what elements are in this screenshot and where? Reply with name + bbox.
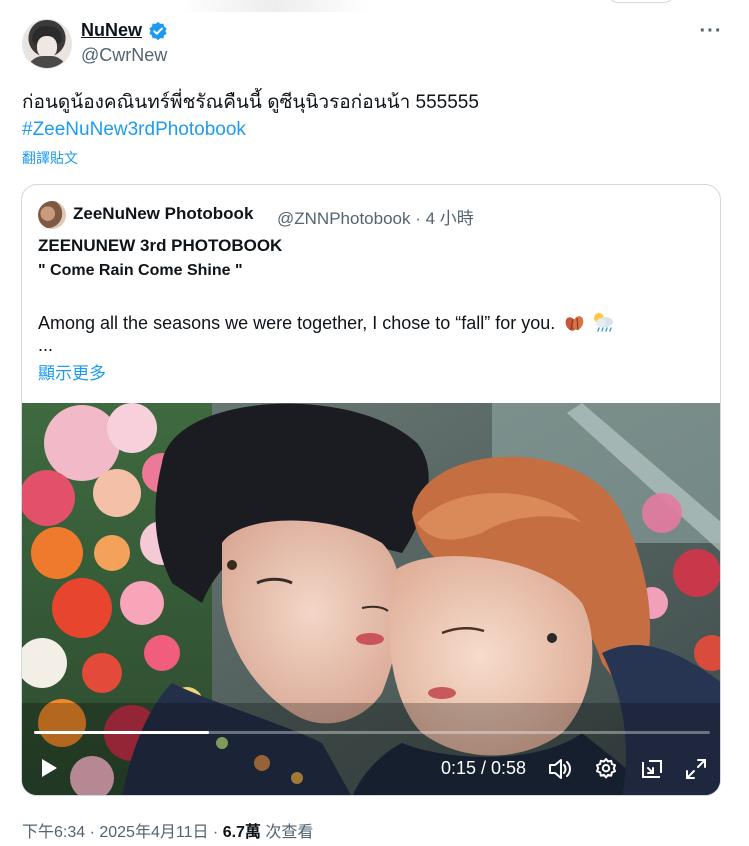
- sun-rain-cloud-icon: [594, 313, 614, 332]
- quote-ellipsis: ...: [38, 335, 54, 355]
- video-time: 0:15 / 0:58: [441, 758, 527, 778]
- quote-author-handle-time: @ZNNPhotobook · 4 小時: [277, 209, 474, 228]
- video-progress-bar[interactable]: [34, 731, 710, 734]
- tweet-page: NuNew @CwrNew ··· ก่อนดูน้องคณินทร์พี่ชร…: [0, 0, 749, 846]
- follow-button-edge[interactable]: [608, 0, 674, 3]
- video-frame-image: [22, 403, 720, 795]
- show-more-link[interactable]: 顯示更多: [38, 359, 106, 384]
- timestamp[interactable]: 下午6:34 · 2025年4月11日 ·: [22, 824, 223, 841]
- views-count: 6.7萬: [222, 824, 261, 841]
- video-progress-fill: [34, 731, 210, 734]
- settings-gear-icon[interactable]: [592, 755, 620, 783]
- top-shadow: [180, 0, 370, 12]
- hashtag-link[interactable]: #ZeeNuNew3rdPhotobook: [22, 117, 246, 143]
- tweet-metadata: 下午6:34 · 2025年4月11日 · 6.7萬 次查看: [22, 818, 313, 842]
- quote-subtitle: " Come Rain Come Shine ": [38, 262, 243, 279]
- quote-body-text: Among all the seasons we were together, …: [38, 311, 615, 334]
- quoted-tweet-card[interactable]: ZeeNuNew Photobook @ZNNPhotobook · 4 小時 …: [21, 184, 721, 796]
- tweet-text: ก่อนดูน้องคณินทร์พี่ชรัณคืนนี้ ดูซีนุนิว…: [22, 92, 479, 113]
- views-label: 次查看: [260, 824, 314, 841]
- quote-title: ZEENUNEW 3rd PHOTOBOOK: [38, 236, 283, 255]
- author-avatar[interactable]: [22, 19, 72, 69]
- fullscreen-icon[interactable]: [682, 755, 710, 783]
- author-handle[interactable]: @CwrNew: [81, 45, 167, 66]
- volume-icon[interactable]: [546, 755, 574, 783]
- author-display-name[interactable]: NuNew: [81, 20, 142, 41]
- play-icon[interactable]: [36, 755, 62, 781]
- verified-badge-icon: [149, 21, 167, 41]
- quote-author-name[interactable]: ZeeNuNew Photobook: [73, 204, 253, 224]
- more-icon[interactable]: ···: [698, 19, 724, 43]
- video-player[interactable]: 0:15 / 0:58: [22, 403, 720, 795]
- translate-post-link[interactable]: 翻譯貼文: [22, 148, 78, 168]
- fallen-leaf-icon: [565, 316, 584, 331]
- picture-in-picture-icon[interactable]: [638, 755, 666, 783]
- quote-author-avatar[interactable]: [38, 201, 66, 229]
- quote-body: Among all the seasons we were together, …: [38, 313, 556, 333]
